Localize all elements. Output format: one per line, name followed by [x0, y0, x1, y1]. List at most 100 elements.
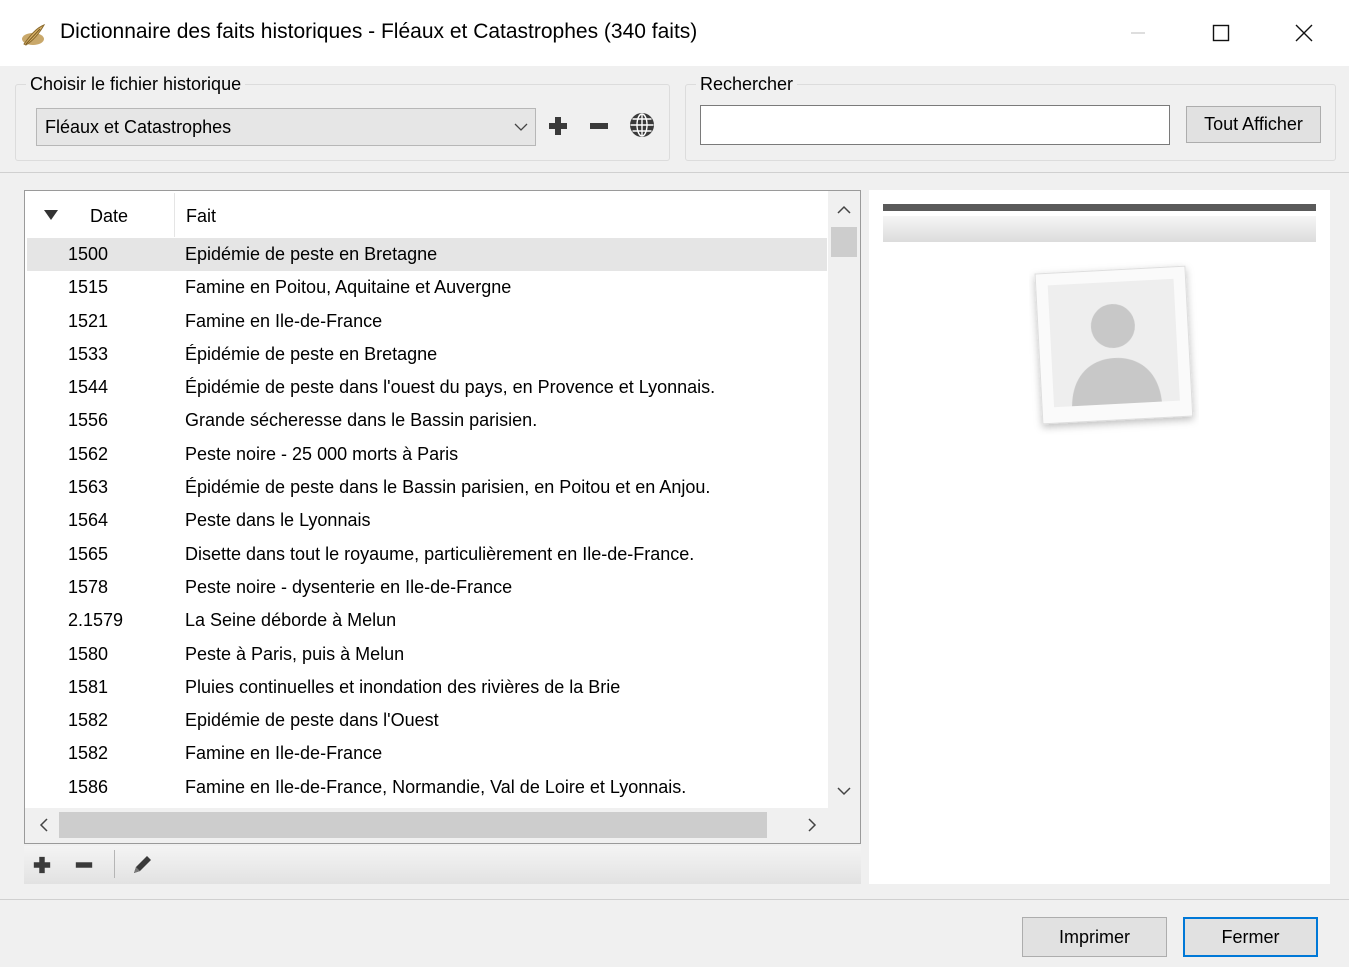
pencil-icon [134, 856, 151, 873]
remove-fact-button[interactable] [70, 851, 98, 879]
print-button[interactable]: Imprimer [1022, 917, 1167, 957]
cell-fait: Peste à Paris, puis à Melun [185, 643, 405, 664]
quill-icon [22, 24, 46, 46]
detail-title-bar [883, 204, 1316, 211]
table-row[interactable]: 1556 Grande sécheresse dans le Bassin par… [27, 404, 827, 437]
toolbar-separator [114, 850, 115, 878]
cell-date: 1582 [68, 710, 109, 731]
table-row[interactable]: 1580 Peste à Paris, puis à Melun [27, 638, 827, 671]
file-chooser-label: Choisir le fichier historique [26, 74, 246, 95]
fact-detail-panel [869, 190, 1330, 884]
table-row[interactable]: 1515 Famine en Poitou, Aquitaine et Auver… [27, 271, 827, 304]
table-row[interactable]: 1544 Épidémie de peste dans l'ouest du pa… [27, 371, 827, 404]
remove-file-button[interactable] [585, 112, 613, 140]
horizontal-scrollbar[interactable] [25, 808, 860, 843]
cell-fait: Peste dans le Lyonnais [185, 510, 371, 531]
table-row[interactable]: 1578 Peste noire - dysenterie en Ile-de-F… [27, 571, 827, 604]
cell-date: 1563 [68, 477, 109, 498]
cell-fait: Epidémie de peste dans l'Ouest [185, 710, 439, 731]
column-header-date[interactable]: Date [90, 206, 128, 227]
minus-icon [590, 123, 608, 129]
cell-date: 1562 [68, 443, 109, 464]
sort-descending-icon[interactable] [44, 210, 58, 220]
scroll-left-button[interactable] [29, 810, 59, 840]
table-row[interactable]: 1565 Disette dans tout le royaume, partic… [27, 538, 827, 571]
cell-fait: Disette dans tout le royaume, particuliè… [185, 543, 695, 564]
table-row[interactable]: 1521 Famine en Ile-de-France [27, 305, 827, 338]
edit-fact-button[interactable] [128, 851, 156, 879]
chevron-left-icon [39, 818, 48, 832]
table-header: Date Fait [25, 191, 828, 237]
cell-fait: Épidémie de peste dans l'ouest du pays, … [185, 377, 716, 398]
chevron-down-icon [837, 787, 851, 796]
minimize-icon [1131, 32, 1145, 34]
cell-date: 1564 [68, 510, 109, 531]
cell-date: 1581 [68, 676, 109, 697]
cell-fait: Pluies continuelles et inondation des ri… [185, 676, 621, 697]
window-title: Dictionnaire des faits historiques - Flé… [60, 20, 698, 43]
column-divider[interactable] [174, 193, 175, 237]
plus-icon [549, 117, 567, 135]
cell-fait: Grande sécheresse dans le Bassin parisie… [185, 410, 538, 431]
minus-icon [75, 862, 93, 868]
horizontal-scroll-thumb[interactable] [59, 812, 767, 838]
table-row[interactable]: 1564 Peste dans le Lyonnais [27, 504, 827, 537]
table-row[interactable]: 1582 Epidémie de peste dans l'Ouest [27, 704, 827, 737]
table-row[interactable]: 1581 Pluies continuelles et inondation de… [27, 671, 827, 704]
scroll-right-button[interactable] [797, 810, 827, 840]
cell-date: 1565 [68, 543, 109, 564]
cell-fait: Peste noire - 25 000 morts à Paris [185, 443, 459, 464]
cell-fait: Épidémie de peste en Bretagne [185, 343, 438, 364]
cell-fait: Famine en Ile-de-France, Normandie, Val … [185, 776, 687, 797]
vertical-scrollbar[interactable] [828, 191, 860, 808]
scroll-down-button[interactable] [828, 776, 860, 806]
table-row[interactable]: 2.1579 La Seine déborde à Melun [27, 604, 827, 637]
cell-date: 1500 [68, 244, 109, 264]
maximize-icon [1212, 24, 1230, 42]
chevron-up-icon [837, 205, 851, 214]
file-select[interactable]: Fléaux et Catastrophes [36, 108, 536, 146]
vertical-scroll-thumb[interactable] [831, 227, 857, 257]
cell-fait: La Seine déborde à Melun [185, 610, 397, 631]
maximize-button[interactable] [1190, 0, 1252, 66]
facts-toolbar [24, 846, 861, 884]
cell-date: 1521 [68, 310, 109, 331]
show-all-button[interactable]: Tout Afficher [1186, 106, 1321, 143]
table-row[interactable]: 1562 Peste noire - 25 000 morts à Paris [27, 438, 827, 471]
close-button[interactable]: Fermer [1183, 917, 1318, 957]
table-row[interactable]: 1586 Famine en Ile-de-France, Normandie, … [27, 771, 827, 804]
table-row[interactable]: 1533 Épidémie de peste en Bretagne [27, 338, 827, 371]
cell-date: 1582 [68, 743, 109, 764]
add-file-button[interactable] [544, 112, 572, 140]
cell-fait: Famine en Ile-de-France [185, 310, 383, 331]
cell-date: 1544 [68, 377, 109, 398]
table-row[interactable]: 1582 Famine en Ile-de-France [27, 737, 827, 770]
table-row[interactable]: 1563 Épidémie de peste dans le Bassin par… [27, 471, 827, 504]
detail-subtitle-bar [883, 216, 1316, 242]
file-select-value: Fléaux et Catastrophes [45, 117, 232, 137]
chevron-right-icon [808, 818, 817, 832]
close-window-button[interactable] [1273, 0, 1335, 66]
cell-date: 1586 [68, 776, 109, 797]
title-bar: Dictionnaire des faits historiques - Flé… [0, 0, 1349, 66]
plus-icon [33, 856, 51, 874]
cell-fait: Épidémie de peste dans le Bassin parisie… [185, 477, 711, 498]
search-input[interactable] [700, 105, 1170, 145]
person-placeholder-icon [1034, 265, 1194, 425]
table-body: 1500 Epidémie de peste en Bretagne 1515 Fam… [27, 238, 827, 808]
cell-date: 1533 [68, 343, 109, 364]
cell-fait: Famine en Poitou, Aquitaine et Auvergne [185, 277, 512, 298]
footer-separator [0, 899, 1349, 900]
separator [0, 172, 1349, 173]
table-row[interactable]: 1500 Epidémie de peste en Bretagne [27, 238, 827, 272]
globe-icon [630, 113, 654, 137]
cell-fait: Epidémie de peste en Bretagne [185, 244, 438, 264]
cell-date: 1515 [68, 277, 109, 298]
chevron-down-icon [514, 123, 528, 131]
cell-date: 1556 [68, 410, 109, 431]
scroll-up-button[interactable] [828, 195, 860, 225]
column-header-fait[interactable]: Fait [186, 206, 216, 227]
add-fact-button[interactable] [28, 851, 56, 879]
web-file-button[interactable] [628, 111, 656, 139]
minimize-button[interactable] [1107, 0, 1169, 66]
